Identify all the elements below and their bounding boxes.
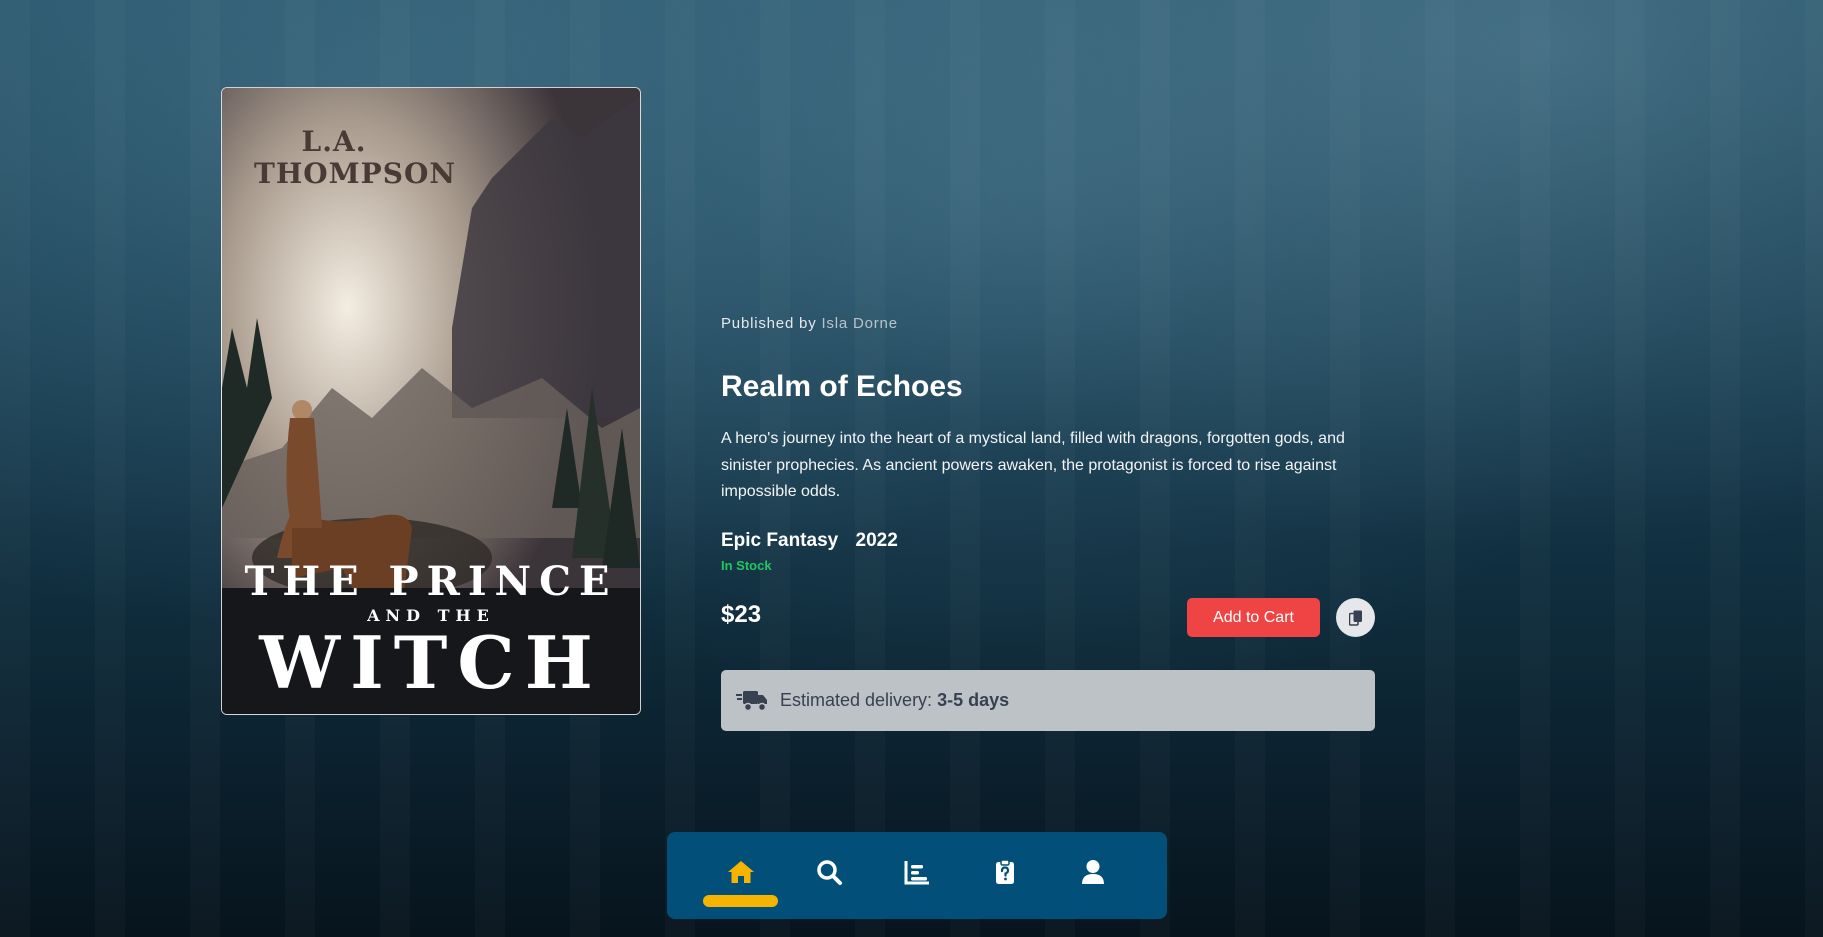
delivery-value: 3-5 days	[937, 690, 1010, 710]
nav-item-stats[interactable]	[873, 832, 961, 919]
nav-item-orders[interactable]	[961, 832, 1049, 919]
user-icon	[1082, 859, 1104, 884]
book-price: $23	[721, 601, 762, 628]
nav-item-search[interactable]	[785, 832, 873, 919]
book-year: 2022	[855, 530, 898, 551]
copy-icon	[1348, 610, 1362, 626]
bar-chart-icon	[904, 860, 929, 884]
book-meta: Epic Fantasy 2022	[721, 530, 898, 552]
add-to-cart-button[interactable]: Add to Cart	[1187, 598, 1320, 637]
home-icon	[728, 860, 754, 883]
book-genre: Epic Fantasy	[721, 530, 839, 551]
delivery-info: Estimated delivery: 3-5 days	[721, 670, 1375, 731]
cover-author: L.A. THOMPSON	[254, 125, 456, 190]
book-description: A hero's journey into the heart of a mys…	[721, 430, 1345, 500]
truck-icon	[736, 690, 767, 711]
stock-status: In Stock	[721, 558, 772, 573]
nav-item-profile[interactable]	[1049, 832, 1137, 919]
publisher-prefix: Published by	[721, 315, 817, 332]
search-icon	[817, 859, 842, 885]
delivery-prefix: Estimated delivery:	[780, 690, 933, 710]
book-cover: L.A. THOMPSON THE PRINCE AND THE WITCH	[221, 87, 641, 715]
publisher-name[interactable]: Isla Dorne	[821, 315, 897, 332]
cover-title-line-3: WITCH	[259, 620, 603, 705]
publisher-line: Published by Isla Dorne	[721, 315, 898, 332]
bottom-nav	[667, 832, 1167, 919]
copy-button[interactable]	[1336, 598, 1375, 637]
cover-title-line-1: THE PRINCE	[244, 558, 618, 605]
delivery-text: Estimated delivery: 3-5 days	[780, 690, 1009, 711]
nav-active-indicator	[703, 895, 778, 907]
clipboard-question-icon	[996, 858, 1014, 884]
book-title: Realm of Echoes	[721, 370, 963, 403]
